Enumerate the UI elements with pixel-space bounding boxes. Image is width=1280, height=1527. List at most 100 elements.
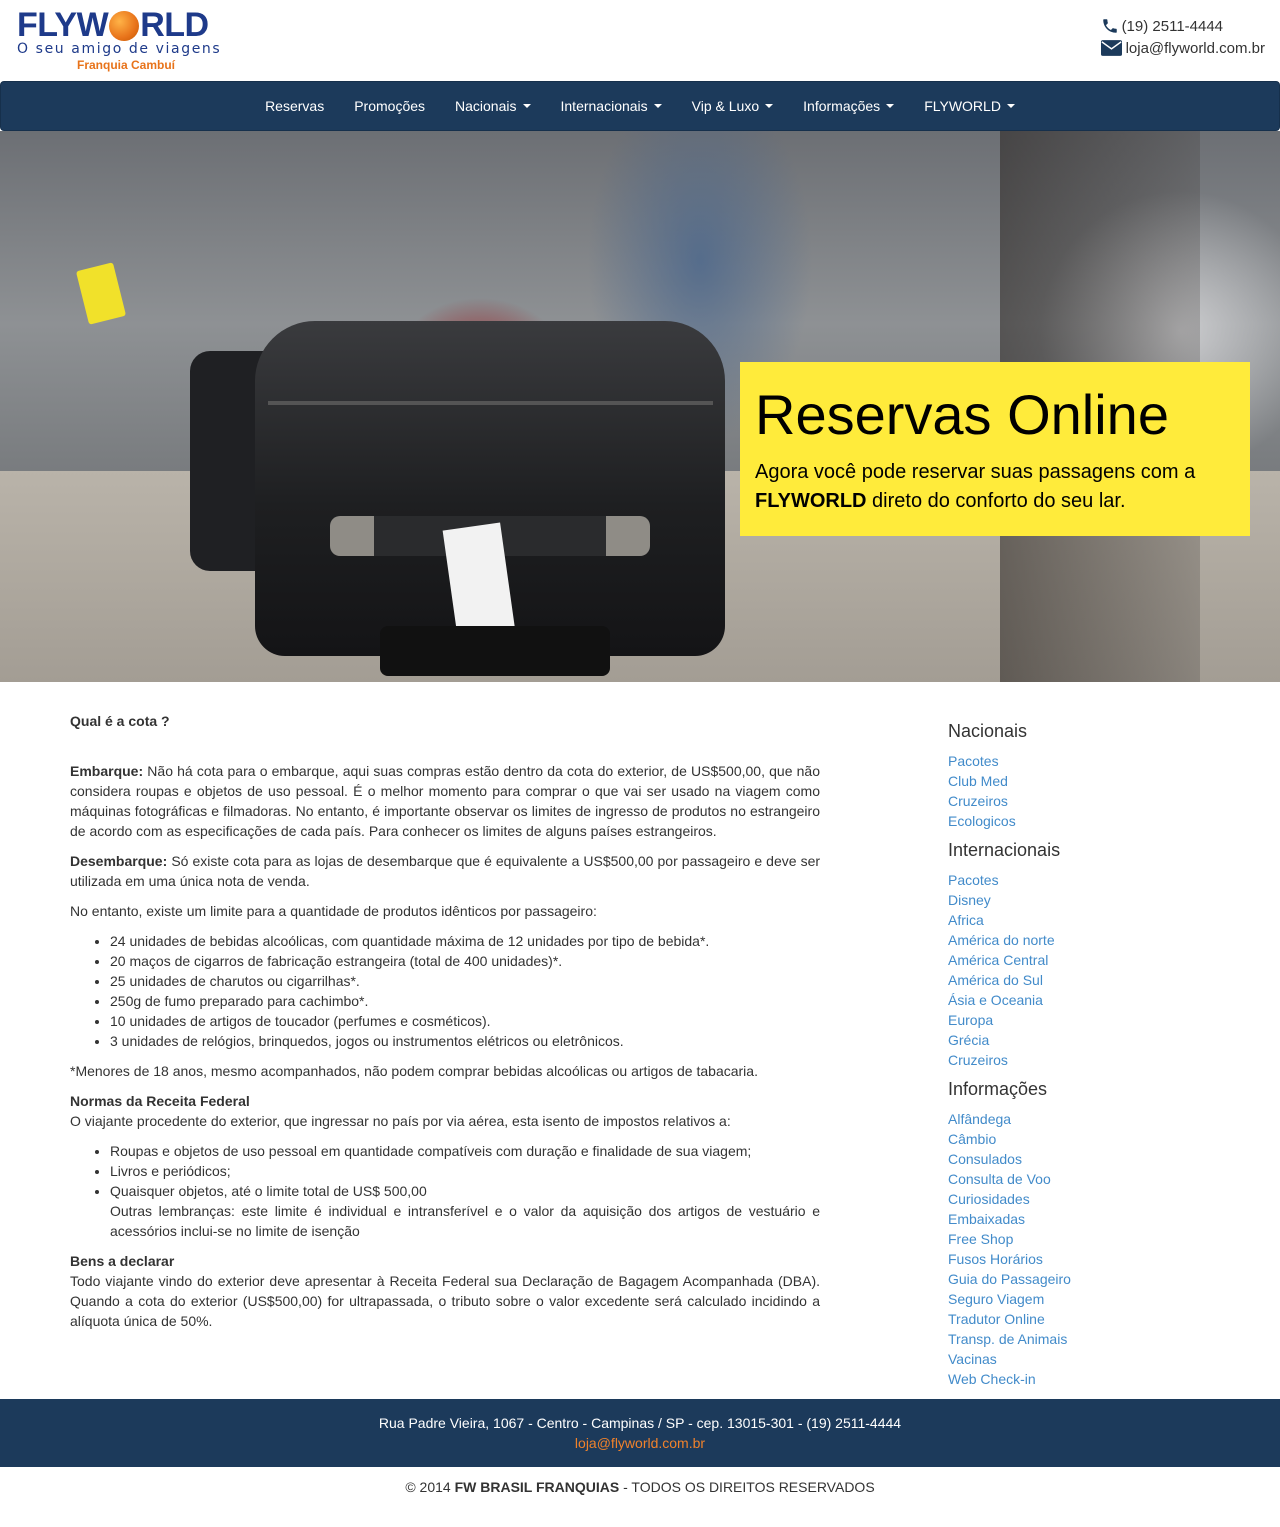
- hero-text-after: direto do conforto do seu lar.: [872, 490, 1126, 512]
- desembarque-text: Só existe cota para as lojas de desembar…: [70, 853, 821, 889]
- hero-suitcase-zipper: [268, 401, 713, 405]
- copyright-prefix: © 2014: [405, 1479, 451, 1495]
- envelope-icon: [1100, 40, 1122, 56]
- desembarque-label: Desembarque:: [70, 853, 168, 869]
- nav-label: Nacionais: [455, 98, 517, 114]
- normas-heading: Normas da Receita Federal: [70, 1093, 250, 1109]
- sidebar-link[interactable]: Embaixadas: [948, 1209, 1248, 1229]
- sidebar-link[interactable]: Alfândega: [948, 1109, 1248, 1129]
- list-item: Livros e periódicos;: [110, 1161, 820, 1181]
- logo-text-suffix: RLD: [140, 6, 209, 44]
- sidebar-group-internacionais: Internacionais Pacotes Disney Africa Amé…: [948, 837, 1248, 1070]
- list-item: 10 unidades de artigos de toucador (perf…: [110, 1011, 820, 1031]
- phone-icon: [1102, 19, 1117, 33]
- sidebar-link[interactable]: Free Shop: [948, 1229, 1248, 1249]
- footer-address: Rua Padre Vieira, 1067 - Centro - Campin…: [378, 1415, 902, 1431]
- logo-tagline: O seu amigo de viagens: [17, 41, 222, 57]
- list-item-text: Quaisquer objetos, até o limite total de…: [110, 1183, 427, 1199]
- list-item: 20 maços de cigarros de fabricação estra…: [110, 951, 820, 971]
- sidebar-heading: Informações: [948, 1079, 1048, 1099]
- list-item: 250g de fumo preparado para cachimbo*.: [110, 991, 820, 1011]
- sidebar-link[interactable]: Pacotes: [948, 870, 1248, 890]
- bens-section: Bens a declarar Todo viajante vindo do ex…: [70, 1251, 820, 1331]
- list-item: 3 unidades de relógios, brinquedos, jogo…: [110, 1031, 820, 1051]
- hero-luggage-tag: [75, 262, 127, 325]
- caret-down-icon: [522, 104, 531, 108]
- nav-item-nacionais[interactable]: Nacionais: [440, 81, 545, 131]
- header-contact: (19) 2511-4444 loja@flyworld.com.br: [1100, 16, 1265, 60]
- hero-title: Reservas Online: [755, 383, 1169, 446]
- bens-text: Todo viajante vindo do exterior deve apr…: [70, 1273, 820, 1329]
- nav-label: Reservas: [265, 98, 325, 114]
- limits-list: 24 unidades de bebidas alcoólicas, com q…: [110, 931, 820, 1051]
- nav-item-vip-luxo[interactable]: Vip & Luxo: [677, 81, 788, 131]
- sidebar-group-informacoes: Informações Alfândega Câmbio Consulados …: [948, 1076, 1248, 1389]
- sidebar-link[interactable]: Cruzeiros: [948, 1050, 1248, 1070]
- header-phone: (19) 2511-4444: [1101, 16, 1265, 36]
- sidebar-link[interactable]: Ecologicos: [948, 811, 1248, 831]
- nav-label: Informações: [803, 98, 881, 114]
- sidebar-link[interactable]: Fusos Horários: [948, 1249, 1248, 1269]
- sidebar-link[interactable]: Pacotes: [948, 751, 1248, 771]
- desembarque-paragraph: Desembarque: Só existe cota para as loja…: [70, 851, 820, 891]
- sidebar-link[interactable]: Grécia: [948, 1030, 1248, 1050]
- sidebar-link[interactable]: América do norte: [948, 930, 1248, 950]
- footer-email-link[interactable]: loja@flyworld.com.br: [0, 1433, 1280, 1453]
- embarque-label: Embarque:: [70, 763, 144, 779]
- sidebar-link[interactable]: Curiosidades: [948, 1189, 1248, 1209]
- header-phone-text: (19) 2511-4444: [1121, 17, 1224, 35]
- header-email[interactable]: loja@flyworld.com.br: [1100, 38, 1265, 58]
- sidebar-link[interactable]: Guia do Passageiro: [948, 1269, 1248, 1289]
- sidebar-link[interactable]: Web Check-in: [948, 1369, 1248, 1389]
- hero-promo-box[interactable]: Reservas Online Agora você pode reservar…: [740, 362, 1250, 536]
- nav-item-flyworld[interactable]: FLYWORLD: [909, 81, 1030, 131]
- copyright-brand: FW BRASIL FRANQUIAS: [454, 1479, 620, 1495]
- nav-item-internacionais[interactable]: Internacionais: [546, 81, 677, 131]
- sidebar-link[interactable]: Europa: [948, 1010, 1248, 1030]
- nav-label: Promoções: [354, 98, 426, 114]
- hero-banner: Reservas Online Agora você pode reservar…: [0, 131, 1280, 682]
- main-content: Qual é a cota ? Embarque: Não há cota pa…: [70, 711, 820, 1341]
- sidebar-link[interactable]: Tradutor Online: [948, 1309, 1248, 1329]
- sidebar-link[interactable]: Disney: [948, 890, 1248, 910]
- sidebar-link[interactable]: América Central: [948, 950, 1248, 970]
- sidebar-link[interactable]: Consulados: [948, 1149, 1248, 1169]
- normas-text: O viajante procedente do exterior, que i…: [70, 1113, 731, 1129]
- header: FLYW RLD O seu amigo de viagens Franquia …: [0, 0, 1280, 80]
- sidebar-link[interactable]: América do Sul: [948, 970, 1248, 990]
- caret-down-icon: [886, 104, 895, 108]
- sidebar-link[interactable]: Club Med: [948, 771, 1248, 791]
- nav-label: FLYWORLD: [924, 98, 1001, 114]
- content-heading: Qual é a cota ?: [70, 713, 170, 729]
- sidebar-link[interactable]: Cruzeiros: [948, 791, 1248, 811]
- limit-intro: No entanto, existe um limite para a quan…: [70, 903, 597, 919]
- list-item: 24 unidades de bebidas alcoólicas, com q…: [110, 931, 820, 951]
- sidebar-link[interactable]: Seguro Viagem: [948, 1289, 1248, 1309]
- nav-item-promocoes[interactable]: Promoções: [339, 81, 440, 131]
- flyworld-logo[interactable]: FLYW RLD O seu amigo de viagens Franquia …: [17, 8, 257, 78]
- globe-icon: [109, 11, 140, 41]
- sidebar-link[interactable]: Transp. de Animais: [948, 1329, 1248, 1349]
- sidebar-heading: Internacionais: [948, 840, 1061, 860]
- sidebar-link[interactable]: Africa: [948, 910, 1248, 930]
- logo-text-prefix: FLYW: [17, 6, 109, 44]
- hero-suitcase-base: [380, 626, 610, 676]
- copyright: © 2014 FW BRASIL FRANQUIAS - TODOS OS DI…: [0, 1477, 1280, 1497]
- header-email-text[interactable]: loja@flyworld.com.br: [1126, 40, 1265, 57]
- sidebar-link[interactable]: Vacinas: [948, 1349, 1248, 1369]
- sidebar-link[interactable]: Câmbio: [948, 1129, 1248, 1149]
- logo-franchise: Franquia Cambuí: [77, 58, 176, 72]
- normas-section: Normas da Receita Federal O viajante proc…: [70, 1091, 820, 1131]
- list-item: 25 unidades de charutos ou cigarrilhas*.: [110, 971, 820, 991]
- nav-item-reservas[interactable]: Reservas: [250, 81, 339, 131]
- caret-down-icon: [765, 104, 774, 108]
- caret-down-icon: [1006, 104, 1015, 108]
- sidebar-link[interactable]: Ásia e Oceania: [948, 990, 1248, 1010]
- sidebar: Nacionais Pacotes Club Med Cruzeiros Eco…: [948, 718, 1248, 1395]
- minors-note: *Menores de 18 anos, mesmo acompanhados,…: [70, 1063, 758, 1079]
- caret-down-icon: [653, 104, 662, 108]
- hero-text-before: Agora você pode reservar suas passagens …: [755, 461, 1196, 483]
- nav-item-informacoes[interactable]: Informações: [788, 81, 909, 131]
- sidebar-link[interactable]: Consulta de Voo: [948, 1169, 1248, 1189]
